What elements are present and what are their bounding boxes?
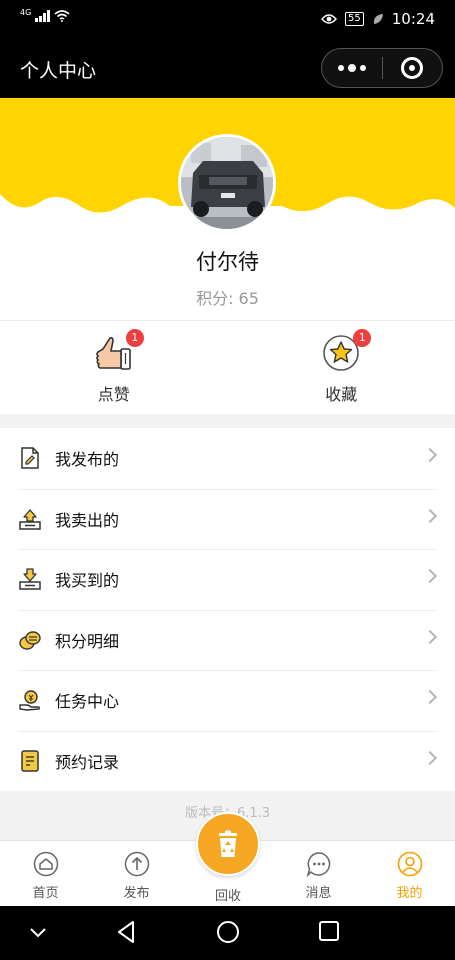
coins-icon bbox=[19, 631, 41, 650]
chevron-right-icon bbox=[422, 568, 438, 584]
upload-icon bbox=[124, 851, 149, 877]
menu-item-label: 我卖出的 bbox=[55, 510, 120, 530]
target-icon bbox=[401, 57, 424, 79]
home-circle-icon[interactable] bbox=[216, 920, 240, 944]
chevron-right-icon bbox=[422, 629, 438, 644]
likes-badge: 1 bbox=[125, 329, 144, 347]
more-dots-icon bbox=[337, 64, 366, 72]
signal-icon bbox=[35, 10, 51, 22]
user-icon bbox=[397, 851, 422, 877]
avatar[interactable] bbox=[178, 134, 276, 232]
tab-mine[interactable]: 我的 bbox=[364, 841, 455, 906]
menu-list: 我发布的 我卖出的 我买到的 积分明细 任务中心 预约记录 bbox=[0, 428, 455, 791]
menu-item-appointments[interactable]: 预约记录 bbox=[0, 730, 455, 792]
menu-item-points-detail[interactable]: 积分明细 bbox=[0, 609, 455, 671]
menu-item-sold[interactable]: 我卖出的 bbox=[0, 488, 455, 550]
document-edit-icon bbox=[21, 447, 39, 469]
box-download-icon bbox=[19, 568, 41, 590]
tab-home[interactable]: 首页 bbox=[0, 841, 91, 906]
menu-item-bought[interactable]: 我买到的 bbox=[0, 549, 455, 610]
chevron-right-icon bbox=[422, 447, 438, 463]
menu-item-my-posts[interactable]: 我发布的 bbox=[0, 428, 455, 489]
points-score: 积分: 65 bbox=[196, 289, 259, 308]
box-upload-icon bbox=[19, 509, 41, 530]
tab-label: 消息 bbox=[305, 886, 332, 901]
chevron-right-icon bbox=[422, 508, 438, 523]
recycle-button[interactable] bbox=[196, 812, 260, 876]
favorites-badge: 1 bbox=[353, 329, 372, 347]
miniprogram-capsule bbox=[321, 48, 443, 88]
chevron-down-icon[interactable] bbox=[28, 926, 48, 940]
page-title: 个人中心 bbox=[20, 60, 97, 82]
message-icon bbox=[306, 852, 330, 877]
notepad-icon bbox=[21, 750, 39, 772]
favorites-stat[interactable]: 1 收藏 bbox=[228, 321, 455, 414]
leaf-icon bbox=[373, 14, 383, 24]
likes-label: 点赞 bbox=[97, 385, 130, 404]
more-button[interactable] bbox=[322, 49, 382, 87]
profile-header: 付尔待 积分: 65 bbox=[0, 98, 455, 320]
username: 付尔待 bbox=[196, 250, 259, 274]
menu-item-label: 任务中心 bbox=[55, 692, 120, 712]
menu-item-label: 积分明细 bbox=[55, 631, 120, 651]
favorites-label: 收藏 bbox=[325, 385, 358, 404]
battery-icon: 55 bbox=[345, 12, 364, 26]
network-type: 4G bbox=[20, 8, 32, 17]
menu-item-task-center[interactable]: 任务中心 bbox=[0, 670, 455, 731]
system-nav-bar bbox=[0, 906, 455, 960]
menu-item-label: 我买到的 bbox=[55, 571, 120, 591]
tab-publish[interactable]: 发布 bbox=[91, 841, 182, 906]
tab-messages[interactable]: 消息 bbox=[273, 841, 364, 906]
menu-item-label: 预约记录 bbox=[55, 752, 120, 772]
recent-apps-icon[interactable] bbox=[318, 920, 340, 942]
eye-icon bbox=[321, 14, 337, 24]
clock: 10:24 bbox=[391, 10, 435, 28]
avatar-photo bbox=[181, 137, 273, 229]
nav-bar: 个人中心 bbox=[0, 38, 455, 98]
status-bar: 4G 55 10:24 bbox=[0, 0, 455, 38]
close-miniprogram-button[interactable] bbox=[383, 49, 443, 87]
chevron-right-icon bbox=[422, 750, 438, 765]
home-icon bbox=[33, 851, 58, 877]
tab-label: 发布 bbox=[123, 886, 150, 901]
menu-item-label: 我发布的 bbox=[55, 450, 120, 470]
wifi-icon bbox=[54, 10, 70, 22]
stats-row: 1 点赞 1 收藏 bbox=[0, 320, 455, 414]
tab-label: 我的 bbox=[396, 886, 423, 901]
recycle-bin-icon bbox=[219, 830, 237, 857]
recycle-tab-label: 回收 bbox=[214, 889, 241, 904]
chevron-right-icon bbox=[422, 689, 438, 705]
back-icon[interactable] bbox=[116, 920, 136, 944]
hand-coin-icon bbox=[19, 690, 41, 711]
likes-stat[interactable]: 1 点赞 bbox=[0, 321, 228, 414]
tab-label: 首页 bbox=[32, 886, 59, 901]
